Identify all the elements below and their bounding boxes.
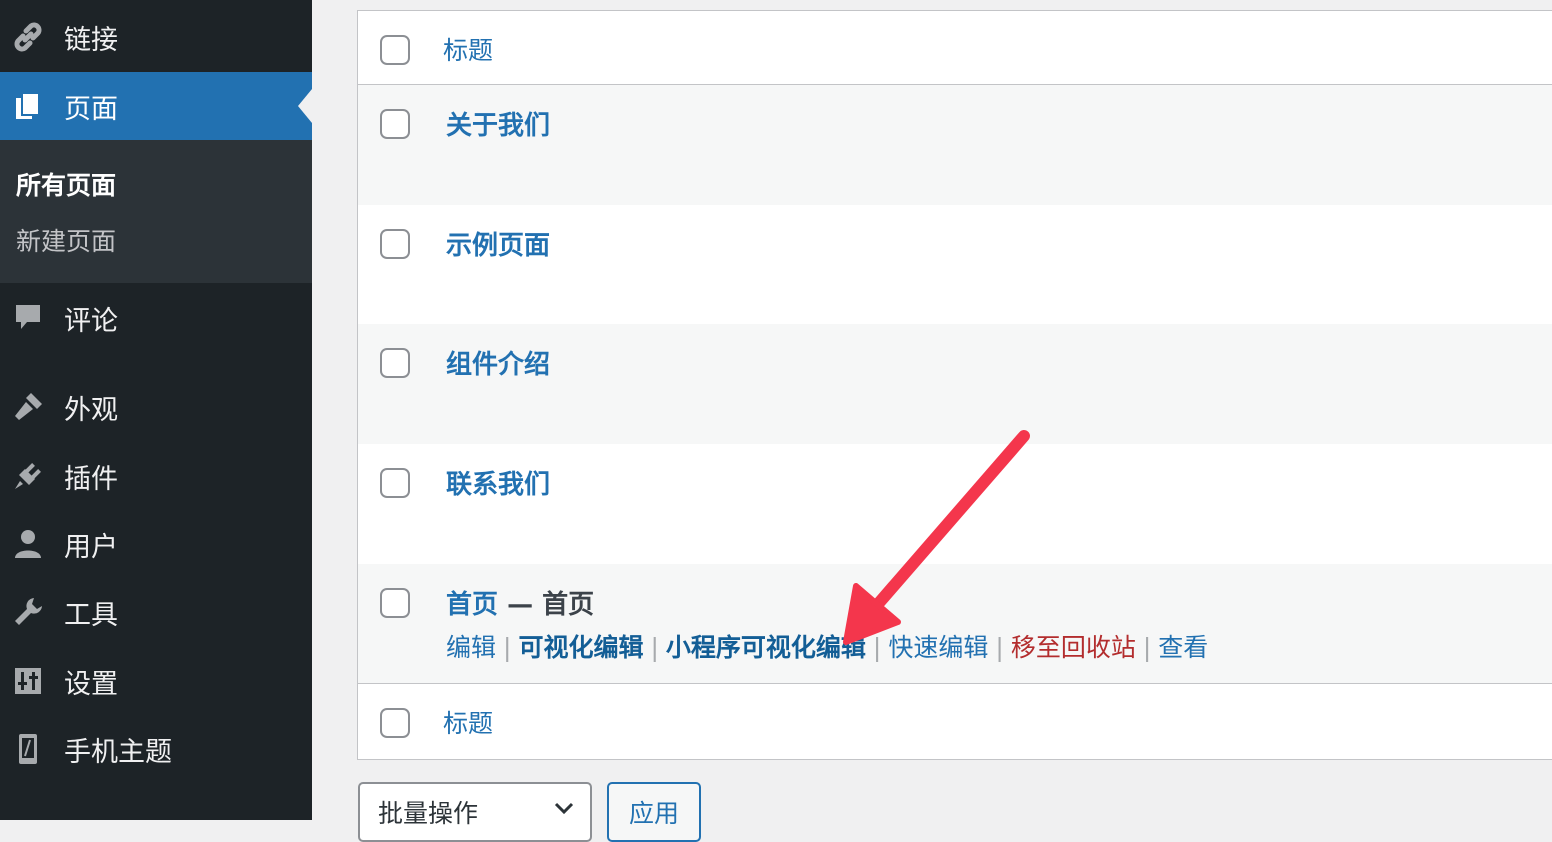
page-state-label: — 首页 [498,590,595,620]
row-actions: 编辑 | 可视化编辑 | 小程序可视化编辑 | 快速编辑 | 移至回收站 | 查看 [446,628,1208,664]
separator: | [650,633,659,662]
sidebar-item-label: 设置 [64,668,118,700]
apply-button-label: 应用 [629,799,680,828]
sidebar-item-label: 评论 [64,305,118,337]
phone-icon [10,731,46,767]
separator: | [1142,633,1152,662]
separator: | [872,633,882,662]
sidebar-item-label: 手机主题 [64,736,172,768]
sidebar-item-appearance[interactable]: 外观 [0,376,312,438]
sidebar-item-label: 外观 [64,394,118,426]
miniapp-visual-edit-link[interactable]: 小程序可视化编辑 [666,633,866,662]
row-checkbox[interactable] [380,468,410,498]
page-title-link[interactable]: 示例页面 [446,225,550,262]
page-title-link[interactable]: 关于我们 [446,105,550,142]
link-icon [10,19,46,55]
page-title-link[interactable]: 首页 [446,590,498,620]
sidebar-item-comments[interactable]: 评论 [0,286,312,350]
apply-button[interactable]: 应用 [607,782,701,842]
table-row: 联系我们 [358,444,1552,564]
quick-edit-link[interactable]: 快速编辑 [888,633,988,662]
sidebar-item-links[interactable]: 链接 [0,4,312,70]
separator: | [503,633,512,662]
bulk-actions-select[interactable]: 批量操作 [358,782,592,842]
sidebar-item-label: 页面 [64,93,118,125]
plugin-icon [10,458,46,494]
sidebar-item-label: 插件 [64,463,118,495]
column-header-title[interactable]: 标题 [443,31,493,67]
column-footer-title[interactable]: 标题 [443,704,493,740]
select-all-checkbox-footer[interactable] [380,708,410,738]
sidebar-item-plugins[interactable]: 插件 [0,445,312,507]
user-icon [10,526,46,562]
edit-link[interactable]: 编辑 [446,633,496,662]
table-row: 首页 — 首页 编辑 | 可视化编辑 | 小程序可视化编辑 | 快速编辑 | 移至回收站 | 查看 [358,564,1552,684]
settings-icon [10,663,46,699]
table-row: 示例页面 [358,205,1552,324]
paintbrush-icon [10,389,46,425]
sidebar-item-tools[interactable]: 工具 [0,581,312,643]
page-title-link[interactable]: 组件介绍 [446,344,550,381]
table-header-row: 标题 [358,11,1552,85]
sidebar-item-label: 链接 [64,24,118,56]
wrench-icon [10,594,46,630]
page-title-link[interactable]: 联系我们 [446,464,550,501]
row-checkbox[interactable] [380,229,410,259]
visual-edit-link[interactable]: 可视化编辑 [518,633,643,662]
table-row: 关于我们 [358,85,1552,205]
sidebar-item-users[interactable]: 用户 [0,513,312,575]
submenu-all-pages[interactable]: 所有页面 [16,166,116,202]
pages-submenu: 所有页面 新建页面 [0,140,312,283]
row-checkbox[interactable] [380,588,410,618]
table-row: 组件介绍 [358,324,1552,444]
select-all-checkbox[interactable] [380,35,410,65]
trash-link[interactable]: 移至回收站 [1011,633,1136,662]
page-title-group: 首页 — 首页 [446,584,594,621]
comment-icon [10,300,46,336]
bulk-actions-value: 批量操作 [378,799,479,828]
row-checkbox[interactable] [380,109,410,139]
pages-table: 标题 关于我们 示例页面 组件介绍 联系我们 首页 — 首页 编辑 | 可视化编辑 |… [357,10,1552,760]
submenu-add-new-page[interactable]: 新建页面 [16,222,116,258]
sidebar-item-mobile-theme[interactable]: 手机主题 [0,718,312,780]
separator: | [995,633,1004,662]
view-link[interactable]: 查看 [1158,633,1208,662]
table-footer-row: 标题 [358,684,1552,758]
pages-icon [10,88,46,124]
sidebar-item-pages[interactable]: 页面 [0,72,312,140]
admin-sidebar: 链接 页面 所有页面 新建页面 评论 外观 插件 用户 工具 设置 手机主题 [0,0,312,820]
row-checkbox[interactable] [380,348,410,378]
sidebar-item-label: 工具 [64,599,118,631]
sidebar-item-settings[interactable]: 设置 [0,650,312,712]
sidebar-item-label: 用户 [64,531,118,563]
